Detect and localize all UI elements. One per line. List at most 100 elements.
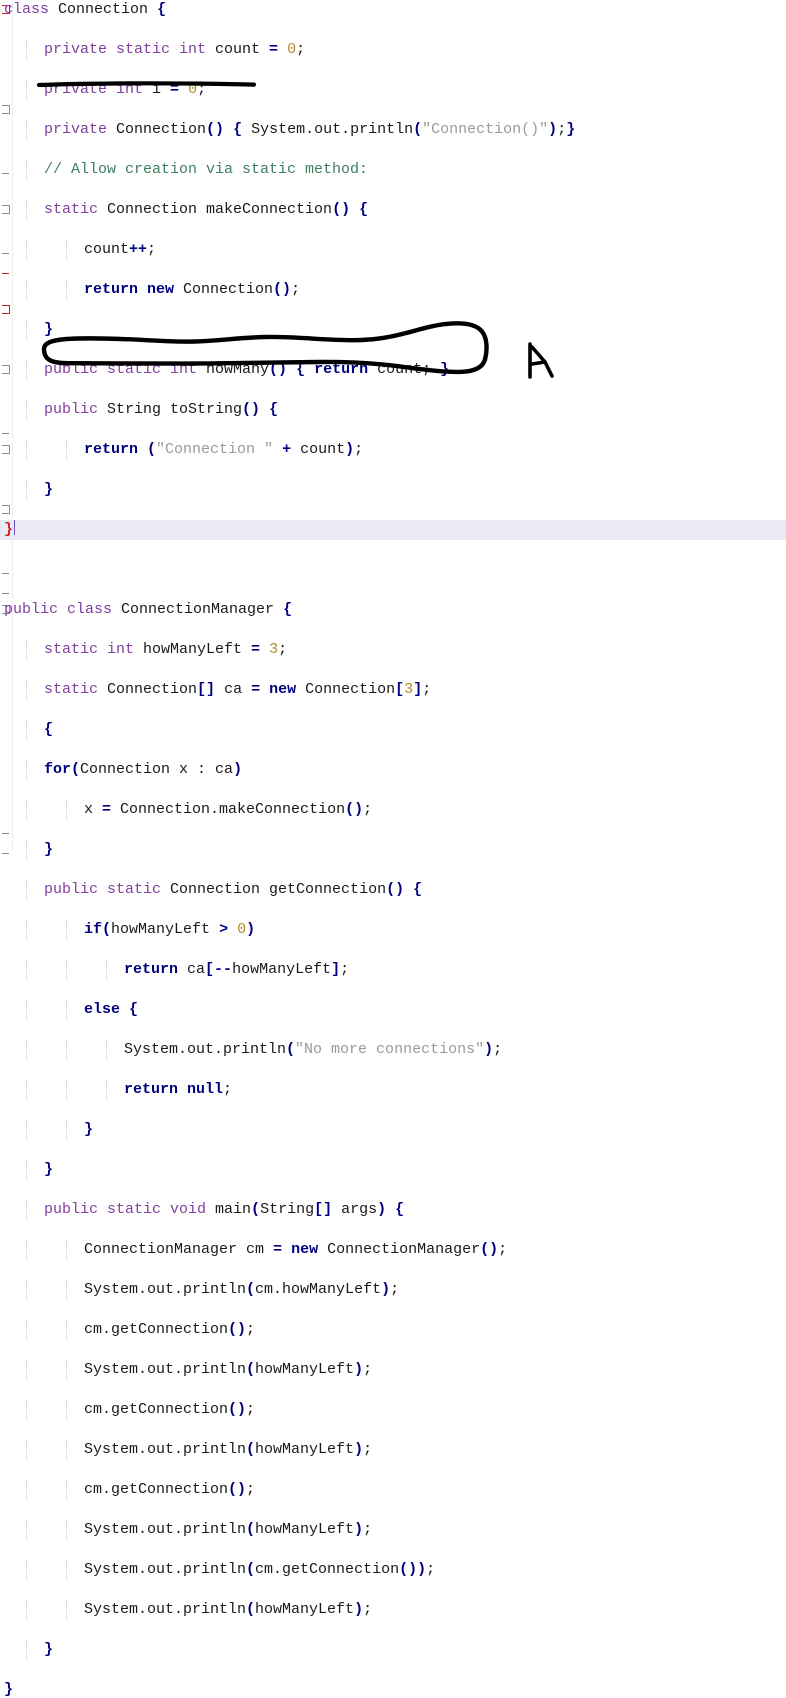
code-editor[interactable]: class Connection { private static int cou… (0, 0, 786, 1698)
code-token: ( (413, 121, 423, 138)
code-token: System.out.println (84, 1281, 247, 1298)
code-token: howManyLeft (111, 921, 220, 938)
code-line[interactable]: cm.getConnection(); (0, 1320, 786, 1340)
code-line[interactable]: System.out.println("No more connections"… (0, 1040, 786, 1060)
code-token: return (124, 961, 179, 978)
code-token: = (170, 81, 180, 98)
code-line[interactable]: static Connection makeConnection() { (0, 200, 786, 220)
code-token: ) (233, 761, 243, 778)
code-line[interactable]: } (0, 480, 786, 500)
code-line[interactable]: return ca[--howManyLeft]; (0, 960, 786, 980)
code-line-text: } (44, 480, 53, 500)
code-token: ; (363, 1361, 373, 1378)
code-token: { (359, 201, 369, 218)
code-token: { (413, 881, 423, 898)
code-line[interactable]: static int howManyLeft = 3; (0, 640, 786, 660)
code-line[interactable]: count++; (0, 240, 786, 260)
indent-guide (26, 1360, 27, 1380)
code-line[interactable]: private Connection() { System.out.printl… (0, 120, 786, 140)
code-line[interactable]: } (0, 320, 786, 340)
code-line[interactable]: cm.getConnection(); (0, 1400, 786, 1420)
code-line[interactable]: public static void main(String[] args) { (0, 1200, 786, 1220)
code-line[interactable]: x = Connection.makeConnection(); (0, 800, 786, 820)
code-line[interactable]: public static int howMany() { return cou… (0, 360, 786, 380)
code-token: ( (102, 921, 112, 938)
indent-guide (66, 1360, 67, 1380)
indent-guide (26, 360, 27, 380)
code-token: String toString (98, 401, 243, 418)
code-line[interactable]: System.out.println(howManyLeft); (0, 1600, 786, 1620)
code-token: else (84, 1001, 121, 1018)
code-token: 0 (237, 921, 247, 938)
code-token: ; (278, 641, 288, 658)
code-line[interactable]: static Connection[] ca = new Connection[… (0, 680, 786, 700)
code-line[interactable]: if(howManyLeft > 0) (0, 920, 786, 940)
code-token: ( (246, 1601, 256, 1618)
code-token: { (269, 401, 279, 418)
code-line[interactable]: } (0, 1120, 786, 1140)
code-line[interactable]: class Connection { (0, 0, 786, 20)
code-line[interactable]: for(Connection x : ca) (0, 760, 786, 780)
code-token: private (44, 121, 108, 138)
code-line[interactable]: ConnectionManager cm = new ConnectionMan… (0, 1240, 786, 1260)
code-token: + (282, 441, 292, 458)
code-token: System.out.println (84, 1441, 247, 1458)
code-line-text: class Connection { (4, 0, 166, 20)
code-token: static int (44, 641, 135, 658)
code-line[interactable]: System.out.println(howManyLeft); (0, 1520, 786, 1540)
code-line[interactable]: public class ConnectionManager { (0, 600, 786, 620)
code-token: Connection (174, 281, 274, 298)
code-token: ; (422, 681, 432, 698)
code-token: ; (147, 241, 157, 258)
code-line[interactable]: cm.getConnection(); (0, 1480, 786, 1500)
code-line[interactable]: System.out.println(howManyLeft); (0, 1360, 786, 1380)
code-line[interactable]: public static Connection getConnection()… (0, 880, 786, 900)
code-token: 3 (269, 641, 279, 658)
code-line[interactable]: private static int count = 0; (0, 40, 786, 60)
code-line-text: } (4, 1680, 13, 1698)
code-line-text: System.out.println(howManyLeft); (84, 1600, 372, 1620)
code-token: ; (246, 1321, 256, 1338)
code-line[interactable]: } (0, 1640, 786, 1660)
code-token: public (44, 401, 99, 418)
code-line[interactable]: { (0, 720, 786, 740)
code-line[interactable]: private int i = 0; (0, 80, 786, 100)
code-line-text: return ca[--howManyLeft]; (124, 960, 349, 980)
code-content[interactable]: class Connection { private static int cou… (0, 0, 786, 1698)
code-line[interactable]: public String toString() { (0, 400, 786, 420)
code-line[interactable]: } (0, 840, 786, 860)
code-line[interactable]: System.out.println(cm.howManyLeft); (0, 1280, 786, 1300)
code-token: [] (314, 1201, 333, 1218)
code-token: } (4, 1681, 14, 1698)
code-line-text: return null; (124, 1080, 232, 1100)
code-line[interactable] (0, 560, 786, 580)
code-token: = (251, 641, 261, 658)
code-line[interactable]: System.out.println(howManyLeft); (0, 1440, 786, 1460)
code-line[interactable]: return null; (0, 1080, 786, 1100)
code-line[interactable]: } (0, 1160, 786, 1180)
code-line-text: } (44, 1160, 53, 1180)
code-line-text: static Connection[] ca = new Connection[… (44, 680, 431, 700)
code-line[interactable]: } (0, 1680, 786, 1698)
code-line[interactable]: } (0, 520, 786, 540)
code-token: ) (484, 1041, 494, 1058)
indent-guide (26, 1040, 27, 1060)
indent-guide (26, 800, 27, 820)
code-line[interactable]: System.out.println(cm.getConnection()); (0, 1560, 786, 1580)
code-line[interactable]: // Allow creation via static method: (0, 160, 786, 180)
code-token: () (206, 121, 225, 138)
code-token: ; (390, 1281, 400, 1298)
code-line[interactable]: else { (0, 1000, 786, 1020)
code-token: howManyLeft (232, 961, 332, 978)
code-line-text: System.out.println(howManyLeft); (84, 1360, 372, 1380)
indent-guide (26, 1120, 27, 1140)
code-line[interactable]: return ("Connection " + count); (0, 440, 786, 460)
code-line[interactable]: return new Connection(); (0, 280, 786, 300)
code-token: count (206, 41, 270, 58)
indent-guide (66, 800, 67, 820)
